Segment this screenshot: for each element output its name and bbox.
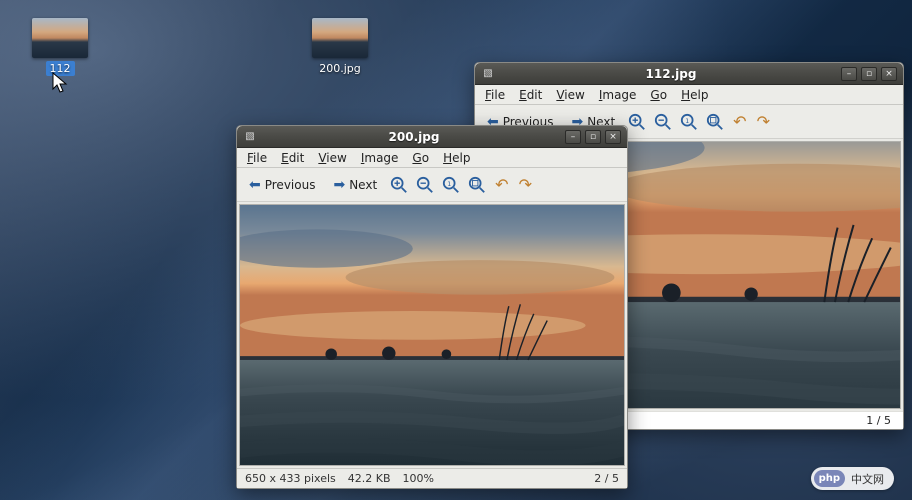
desktop-icon-200[interactable]: 200.jpg xyxy=(300,18,380,76)
rotate-right-button[interactable]: ↷ xyxy=(517,175,534,194)
watermark-text: 中文网 xyxy=(851,471,884,487)
thumbnail-icon xyxy=(32,18,88,58)
previous-button[interactable]: ⬅Previous xyxy=(243,174,321,196)
menu-edit[interactable]: Edit xyxy=(275,149,310,167)
arrow-left-icon: ⬅ xyxy=(249,177,261,193)
menubar: File Edit View Image Go Help xyxy=(475,85,903,105)
rotate-left-button[interactable]: ↶ xyxy=(731,112,748,131)
zoom-in-button[interactable] xyxy=(389,175,409,195)
menu-edit[interactable]: Edit xyxy=(513,86,548,104)
menu-go[interactable]: Go xyxy=(406,149,435,167)
menu-go[interactable]: Go xyxy=(644,86,673,104)
menubar: File Edit View Image Go Help xyxy=(237,148,627,168)
image-viewer-window-200[interactable]: ▧ 200.jpg – ▫ × File Edit View Image Go … xyxy=(236,125,628,489)
menu-file[interactable]: File xyxy=(479,86,511,104)
close-button[interactable]: × xyxy=(605,130,621,144)
zoom-fit-button[interactable] xyxy=(705,112,725,132)
icon-label: 200.jpg xyxy=(315,61,365,76)
displayed-image xyxy=(240,205,624,465)
image-viewport[interactable] xyxy=(239,204,625,466)
image-counter: 1 / 5 xyxy=(866,414,891,427)
php-logo-icon: php xyxy=(814,470,845,487)
zoom-out-button[interactable] xyxy=(653,112,673,132)
window-title: 200.jpg xyxy=(263,130,565,144)
status-zoom: 100% xyxy=(403,472,434,485)
icon-label: 112 xyxy=(46,61,75,76)
status-filesize: 42.2 KB xyxy=(348,472,391,485)
zoom-fit-button[interactable] xyxy=(467,175,487,195)
thumbnail-icon xyxy=(312,18,368,58)
rotate-left-button[interactable]: ↶ xyxy=(493,175,510,194)
maximize-button[interactable]: ▫ xyxy=(585,130,601,144)
rotate-right-button[interactable]: ↷ xyxy=(755,112,772,131)
status-dimensions: 650 x 433 pixels xyxy=(245,472,336,485)
image-counter: 2 / 5 xyxy=(594,472,619,485)
maximize-button[interactable]: ▫ xyxy=(861,67,877,81)
zoom-out-button[interactable] xyxy=(415,175,435,195)
menu-view[interactable]: View xyxy=(312,149,352,167)
arrow-right-icon: ➡ xyxy=(333,177,345,193)
titlebar[interactable]: ▧ 112.jpg – ▫ × xyxy=(475,63,903,85)
titlebar[interactable]: ▧ 200.jpg – ▫ × xyxy=(237,126,627,148)
minimize-button[interactable]: – xyxy=(841,67,857,81)
statusbar: 650 x 433 pixels 42.2 KB 100% 2 / 5 xyxy=(237,468,627,488)
window-title: 112.jpg xyxy=(501,67,841,81)
app-icon: ▧ xyxy=(481,67,495,81)
watermark-badge: php 中文网 xyxy=(811,467,894,490)
menu-view[interactable]: View xyxy=(550,86,590,104)
menu-file[interactable]: File xyxy=(241,149,273,167)
menu-help[interactable]: Help xyxy=(675,86,714,104)
zoom-original-button[interactable]: 1 xyxy=(679,112,699,132)
close-button[interactable]: × xyxy=(881,67,897,81)
svg-text:1: 1 xyxy=(685,117,689,124)
minimize-button[interactable]: – xyxy=(565,130,581,144)
next-button[interactable]: ➡Next xyxy=(327,174,383,196)
svg-text:1: 1 xyxy=(447,180,451,187)
menu-help[interactable]: Help xyxy=(437,149,476,167)
menu-image[interactable]: Image xyxy=(355,149,405,167)
app-icon: ▧ xyxy=(243,130,257,144)
zoom-original-button[interactable]: 1 xyxy=(441,175,461,195)
menu-image[interactable]: Image xyxy=(593,86,643,104)
toolbar: ⬅Previous ➡Next 1 ↶ ↷ xyxy=(237,168,627,202)
desktop-icon-112[interactable]: 112 xyxy=(20,18,100,76)
zoom-in-button[interactable] xyxy=(627,112,647,132)
